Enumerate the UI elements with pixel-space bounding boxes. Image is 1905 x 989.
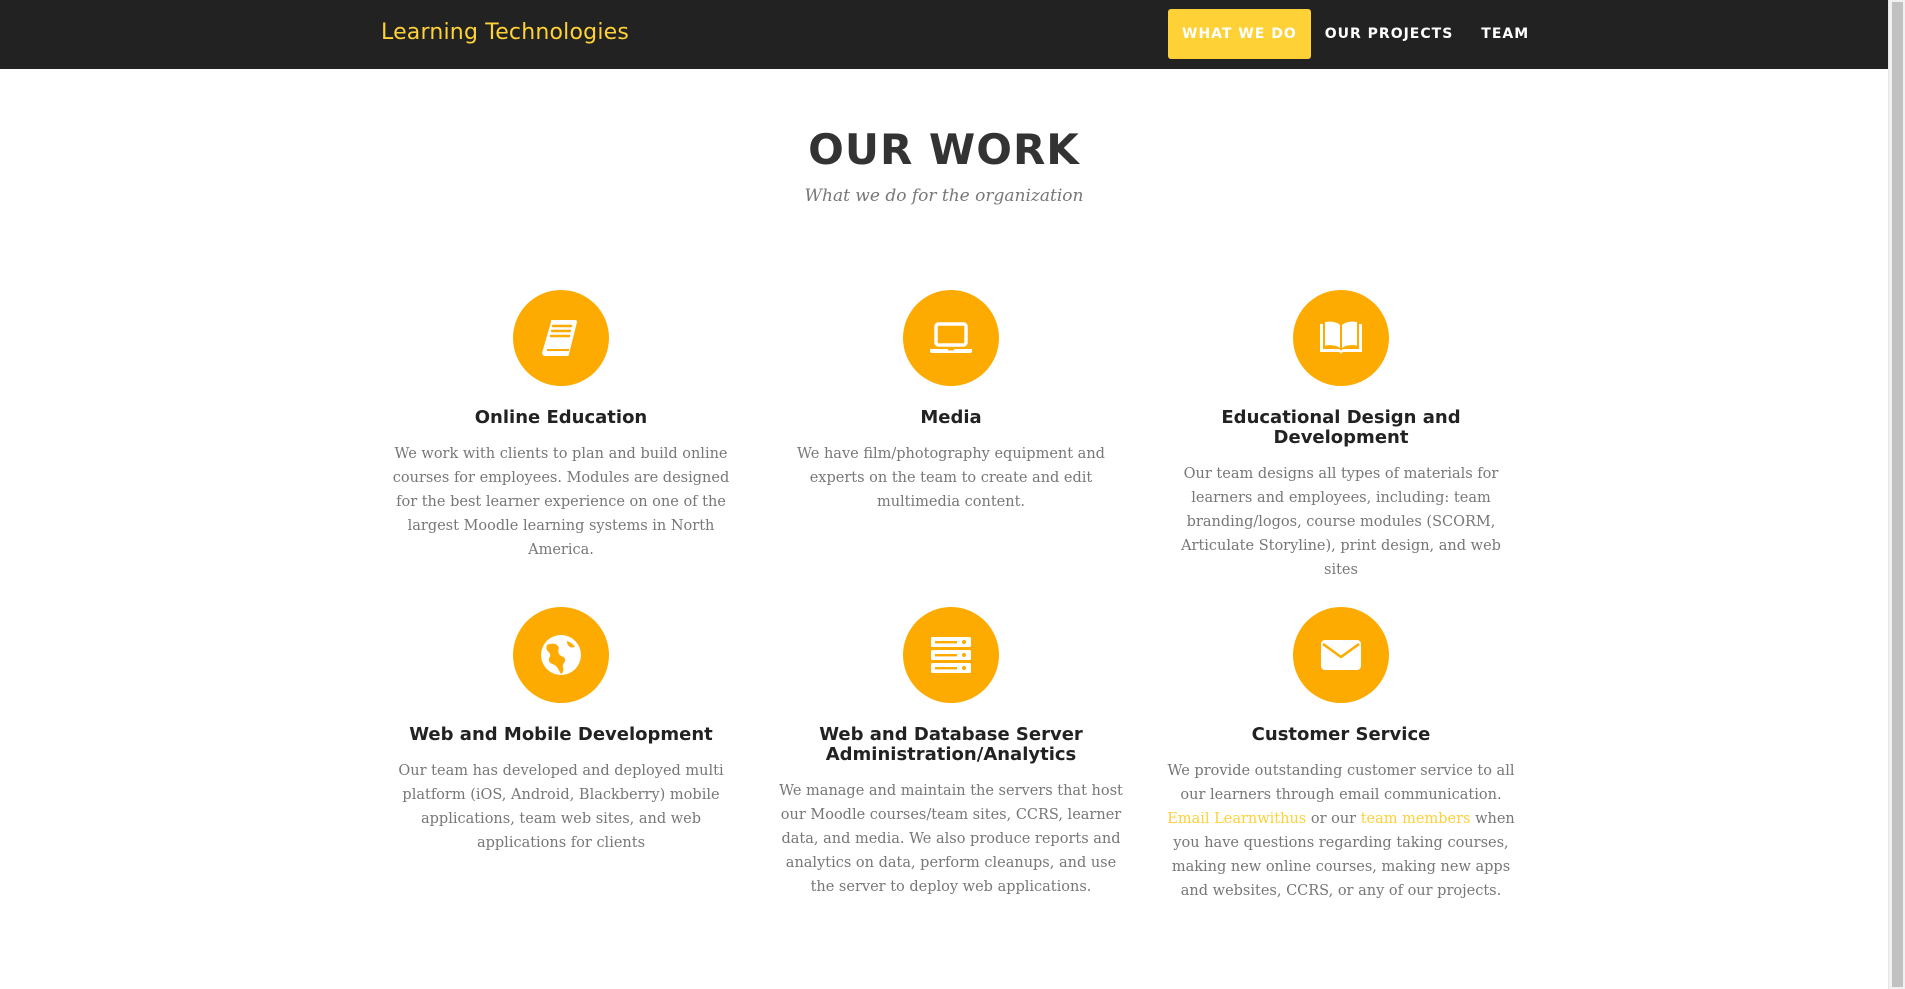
section-subheading: What we do for the organization (804, 186, 1084, 206)
nav-our-projects[interactable]: OUR PROJECTS (1311, 9, 1468, 59)
open-book-icon (1320, 321, 1362, 354)
service-description: Our team has developed and deployed mult… (398, 763, 724, 851)
service-description: We have film/photography equipment and e… (797, 446, 1105, 510)
nav-what-we-do[interactable]: WHAT WE DO (1168, 9, 1311, 59)
nav-team[interactable]: TEAM (1467, 9, 1543, 59)
section-heading: OUR WORK (808, 125, 1080, 174)
envelope-icon (1321, 640, 1361, 670)
icon-circle (513, 607, 609, 703)
service-online-education: Online Education We work with clients to… (380, 290, 742, 562)
services-section: OUR WORK What we do for the organization… (0, 69, 1888, 989)
book-icon (542, 320, 577, 356)
service-web-database-server: Web and Database Server Administration/A… (770, 607, 1132, 899)
icon-circle (1293, 290, 1389, 386)
globe-icon (541, 635, 581, 675)
description-text: We provide outstanding customer service … (1167, 763, 1515, 803)
service-title: Educational Design and Development (1221, 407, 1461, 448)
email-link[interactable]: Email Learnwithus (1167, 811, 1306, 827)
scrollbar-track[interactable] (1888, 0, 1905, 989)
scrollbar-thumb[interactable] (1892, 2, 1903, 987)
navbar: Learning Technologies WHAT WE DO OUR PRO… (0, 0, 1888, 69)
service-description: We provide outstanding customer service … (1160, 759, 1522, 903)
service-title: Customer Service (1251, 724, 1431, 745)
brand-logo[interactable]: Learning Technologies (381, 20, 629, 45)
service-media: Media We have film/photography equipment… (770, 290, 1132, 514)
service-educational-design: Educational Design and Development Our t… (1160, 290, 1522, 582)
service-customer-service: Customer Service We provide outstanding … (1160, 607, 1522, 903)
server-icon (931, 637, 971, 673)
service-title: Media (920, 407, 982, 428)
service-title: Web and Mobile Development (409, 724, 713, 745)
service-title: Online Education (474, 407, 648, 428)
service-web-mobile-development: Web and Mobile Development Our team has … (380, 607, 742, 855)
main-nav: WHAT WE DO OUR PROJECTS TEAM (1168, 9, 1543, 59)
service-description: We work with clients to plan and build o… (392, 446, 730, 558)
icon-circle (903, 607, 999, 703)
service-title: Web and Database Server Administration/A… (819, 724, 1083, 765)
icon-circle (1293, 607, 1389, 703)
service-description: Our team designs all types of materials … (1181, 466, 1501, 578)
laptop-icon (930, 322, 972, 353)
icon-circle (513, 290, 609, 386)
service-description: We manage and maintain the servers that … (779, 783, 1123, 895)
team-members-link[interactable]: team members (1361, 811, 1471, 827)
description-text: or our (1310, 811, 1357, 827)
icon-circle (903, 290, 999, 386)
